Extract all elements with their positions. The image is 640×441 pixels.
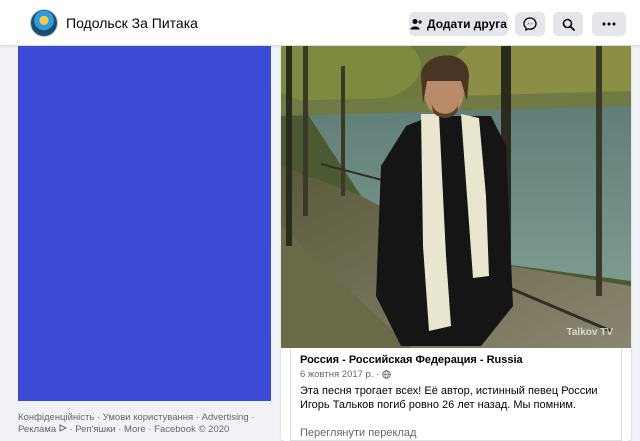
more-icon [602,22,616,26]
video-still-image [281,46,631,348]
shared-post-date-row: 6 жовтня 2017 р. · [300,369,612,380]
page-title[interactable]: Подольск За Питака [66,15,198,31]
ad-choices-icon [59,424,67,432]
globe-icon [382,370,392,379]
footer-link-privacy[interactable]: Конфіденційність [18,412,94,423]
footer-link-advertising[interactable]: Advertising [202,412,249,423]
footer-copyright: Facebook © 2020 [154,424,230,435]
footer-link-terms[interactable]: Умови користування [103,412,193,423]
redacted-content-block [18,46,271,401]
footer-link-cookies[interactable]: Реп'яшки [75,424,115,435]
shared-post-source[interactable]: Россия - Российская Федерация - Russia [300,354,612,366]
add-friend-icon [410,19,423,30]
footer-links: Конфіденційність · Умови користування · … [18,412,255,435]
search-icon [562,18,575,31]
page-avatar[interactable] [30,9,58,37]
more-button[interactable] [592,12,626,36]
shared-post-text-line-2: Игорь Тальков погиб ровно 26 лет назад. … [300,399,576,411]
messenger-icon [523,17,537,31]
shared-post-text: Эта песня трогает всех! Её автор, истинн… [300,384,612,412]
shared-post-text-line-1: Эта песня трогает всех! Её автор, истинн… [300,385,598,397]
add-friend-label: Додати друга [427,17,507,31]
shared-post-date[interactable]: 6 жовтня 2017 р. · [300,369,379,380]
post-card: Talkov TV Россия - Российская Федерация … [281,46,631,441]
messenger-button[interactable] [515,12,545,36]
footer-link-more[interactable]: More [124,424,146,435]
video-watermark: Talkov TV [566,327,614,338]
page-header: Подольск За Питака Додати друга [0,0,640,46]
see-translation-link[interactable]: Переглянути переклад [300,427,416,439]
add-friend-button[interactable]: Додати друга [409,12,508,36]
search-button[interactable] [553,12,583,36]
footer-link-ad-choices[interactable]: Реклама [18,424,56,435]
post-photo[interactable]: Talkov TV [281,46,631,348]
shared-post-preview[interactable]: Россия - Российская Федерация - Russia 6… [290,348,622,441]
